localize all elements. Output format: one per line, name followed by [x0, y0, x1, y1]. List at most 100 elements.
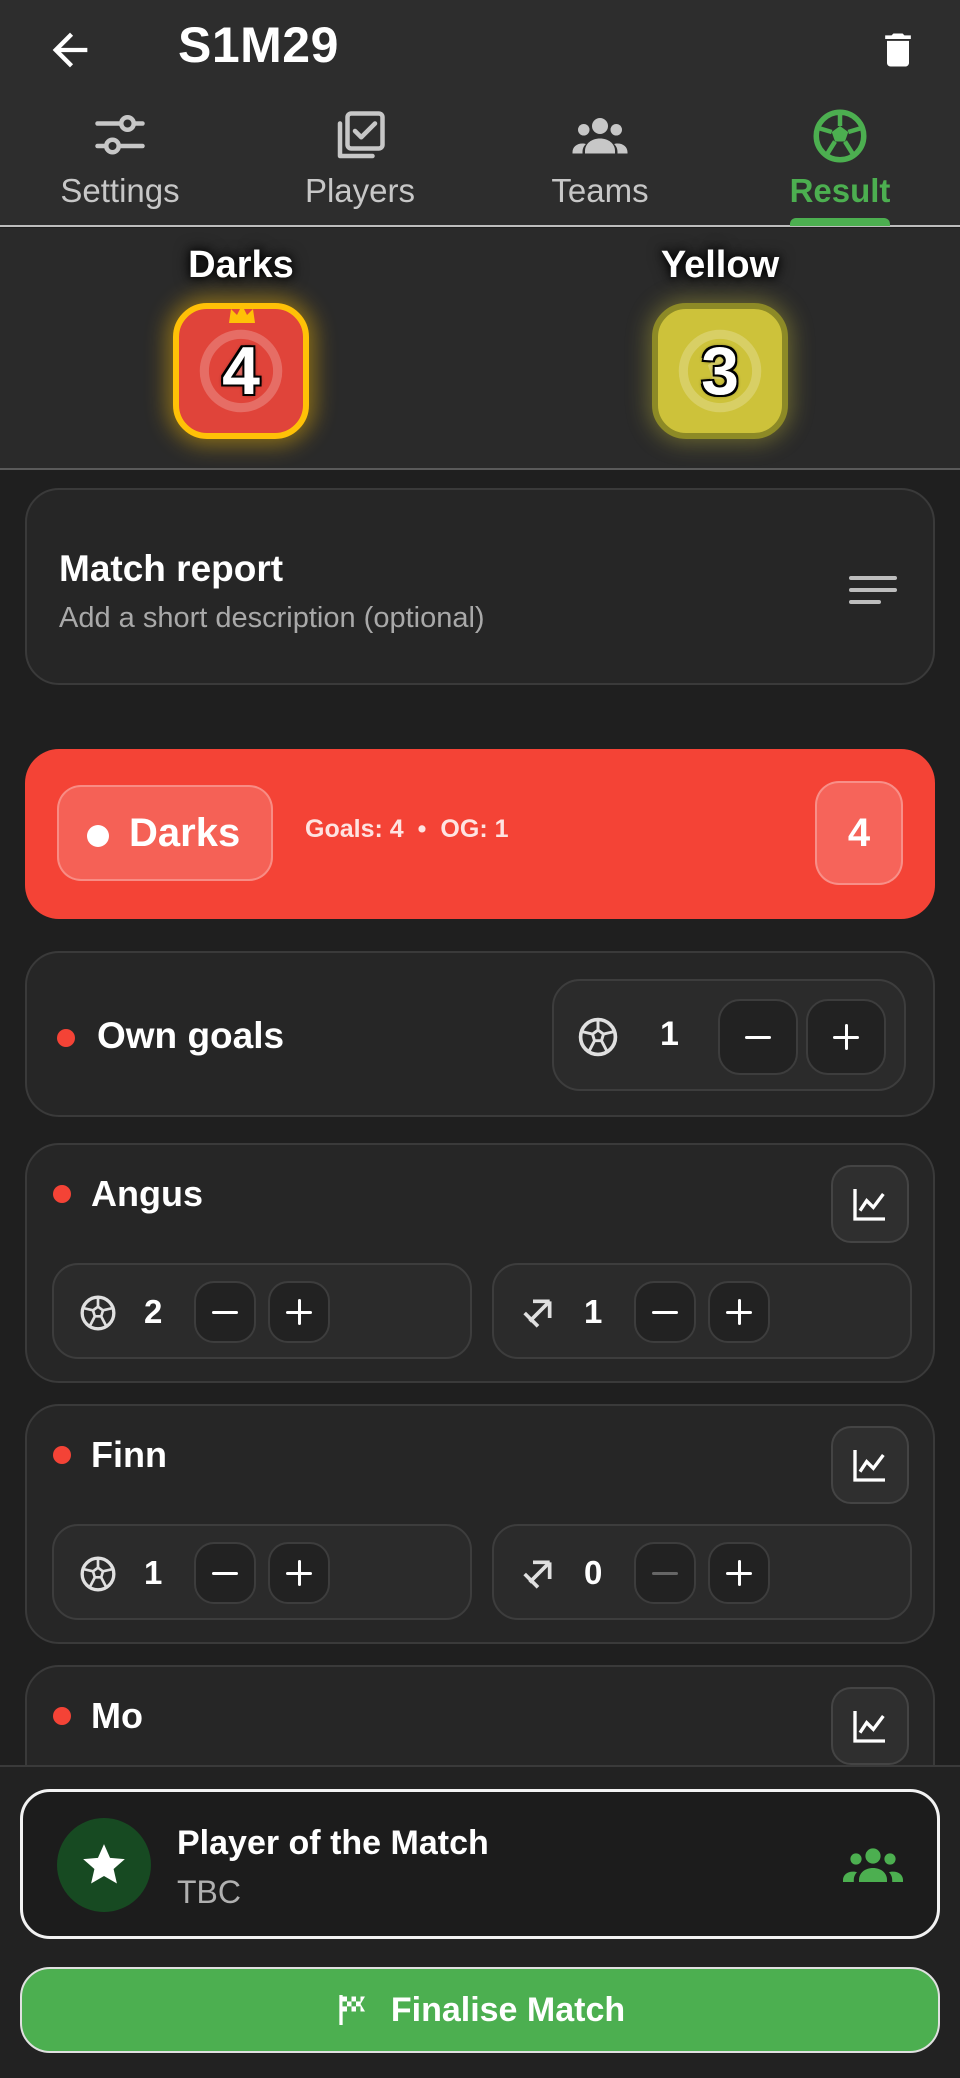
team-color-dot	[53, 1185, 71, 1203]
back-button[interactable]	[44, 24, 96, 76]
team-dot	[87, 825, 109, 847]
delete-match-button[interactable]	[876, 24, 920, 76]
own-goals-label: Own goals	[97, 1015, 285, 1056]
plus-icon-vertical	[297, 1299, 301, 1325]
team-goals: Goals: 4	[305, 815, 404, 843]
match-report-title: Match report	[59, 548, 284, 589]
group-icon	[843, 1848, 903, 1882]
home-score: 4	[222, 333, 260, 409]
own-goals-count: 1	[660, 1015, 679, 1053]
away-score: 3	[701, 333, 739, 409]
plus-icon-vertical	[297, 1560, 301, 1586]
checklist-icon	[337, 111, 385, 159]
soccer-ball-icon	[578, 1017, 618, 1057]
player-name: Finn	[91, 1434, 167, 1475]
notes-icon	[849, 576, 897, 604]
assist-icon	[523, 1560, 552, 1589]
minus-icon	[212, 1571, 238, 1575]
assists-decrement-button[interactable]	[634, 1542, 696, 1604]
assists-count: 1	[584, 1293, 603, 1330]
goals-decrement-button[interactable]	[194, 1281, 256, 1343]
team-pill: Darks	[57, 785, 273, 881]
tab-result[interactable]: Result	[720, 100, 960, 226]
home-team-name: Darks	[188, 244, 294, 286]
minus-icon	[652, 1310, 678, 1314]
minus-icon	[212, 1310, 238, 1314]
tab-settings-label: Settings	[60, 172, 180, 209]
goals-increment-button[interactable]	[268, 1542, 330, 1604]
goals-stepper: 1	[52, 1524, 472, 1620]
home-score-badge: 4	[173, 303, 309, 439]
team-color-dot	[53, 1446, 71, 1464]
sliders-icon	[95, 115, 145, 155]
tab-result-label: Result	[789, 172, 891, 209]
finalise-match-button[interactable]: Finalise Match	[20, 1967, 940, 2053]
home-team-score: Darks 4	[141, 228, 341, 439]
team-section-header: Darks Goals: 4 • OG: 1 4	[25, 749, 935, 919]
checkered-flag-icon	[339, 1995, 365, 2025]
finalise-match-label: Finalise Match	[390, 1990, 626, 2029]
player-card-angus: Angus 2 1	[25, 1143, 935, 1383]
potm-title: Player of the Match	[177, 1824, 489, 1862]
assists-increment-button[interactable]	[708, 1281, 770, 1343]
assists-stepper: 0	[492, 1524, 912, 1620]
plus-icon-vertical	[737, 1560, 741, 1586]
goals-count: 1	[144, 1554, 163, 1591]
group-icon	[572, 118, 628, 154]
away-score-badge: 3	[652, 303, 788, 439]
tab-teams-label: Teams	[551, 172, 649, 209]
player-stats-button[interactable]	[831, 1165, 909, 1243]
team-total-score: 4	[815, 781, 903, 885]
player-name: Angus	[91, 1173, 203, 1214]
player-of-the-match-card[interactable]: Player of the Match TBC	[20, 1789, 940, 1939]
minus-icon	[745, 1035, 771, 1039]
goals-decrement-button[interactable]	[194, 1542, 256, 1604]
team-own-goals: OG: 1	[440, 815, 509, 843]
star-icon	[83, 1844, 125, 1884]
plus-icon-vertical	[844, 1024, 848, 1050]
team-stats: Goals: 4 • OG: 1	[305, 815, 509, 844]
goals-stepper: 2	[52, 1263, 472, 1359]
trash-icon	[885, 33, 911, 67]
tab-teams[interactable]: Teams	[480, 100, 720, 226]
crown-icon	[229, 305, 255, 323]
tab-players-label: Players	[304, 172, 416, 209]
chart-icon	[853, 1450, 885, 1482]
assists-decrement-button[interactable]	[634, 1281, 696, 1343]
tab-bar: Settings Players Teams Result	[0, 100, 960, 226]
page-title: S1M29	[178, 17, 339, 73]
player-stats-button[interactable]	[831, 1687, 909, 1765]
own-goals-stepper: 1	[552, 979, 906, 1091]
active-tab-indicator	[790, 218, 890, 226]
chart-icon	[853, 1711, 885, 1743]
assists-increment-button[interactable]	[708, 1542, 770, 1604]
potm-value: TBC	[177, 1874, 241, 1910]
team-name: Darks	[129, 811, 241, 855]
top-app-bar: S1M29 Settings Players Teams Result	[0, 0, 960, 227]
tab-players[interactable]: Players	[240, 100, 480, 226]
player-stats-button[interactable]	[831, 1426, 909, 1504]
assist-icon	[523, 1299, 552, 1328]
goals-increment-button[interactable]	[268, 1281, 330, 1343]
match-report-card[interactable]: Match report Add a short description (op…	[25, 488, 935, 685]
scoreboard: Darks 4 Yellow 3	[0, 228, 960, 470]
own-goals-card: Own goals 1	[25, 951, 935, 1117]
chart-icon	[853, 1189, 885, 1221]
bottom-action-area: Player of the Match TBC Finalise Match	[0, 1765, 960, 2078]
soccer-ball-icon	[80, 1295, 116, 1331]
own-goals-increment-button[interactable]	[806, 999, 886, 1075]
soccer-ball-icon	[80, 1556, 116, 1592]
team-color-dot	[53, 1707, 71, 1725]
assists-stepper: 1	[492, 1263, 912, 1359]
player-name: Mo	[91, 1695, 143, 1736]
match-report-placeholder: Add a short description (optional)	[59, 602, 485, 634]
assists-count: 0	[584, 1554, 603, 1591]
team-color-dot	[57, 1029, 75, 1047]
tab-settings[interactable]: Settings	[0, 100, 240, 226]
stats-separator: •	[417, 815, 427, 843]
plus-icon-vertical	[737, 1299, 741, 1325]
own-goals-decrement-button[interactable]	[718, 999, 798, 1075]
goals-count: 2	[144, 1293, 163, 1330]
soccer-ball-icon	[813, 109, 867, 163]
star-badge	[57, 1818, 151, 1912]
